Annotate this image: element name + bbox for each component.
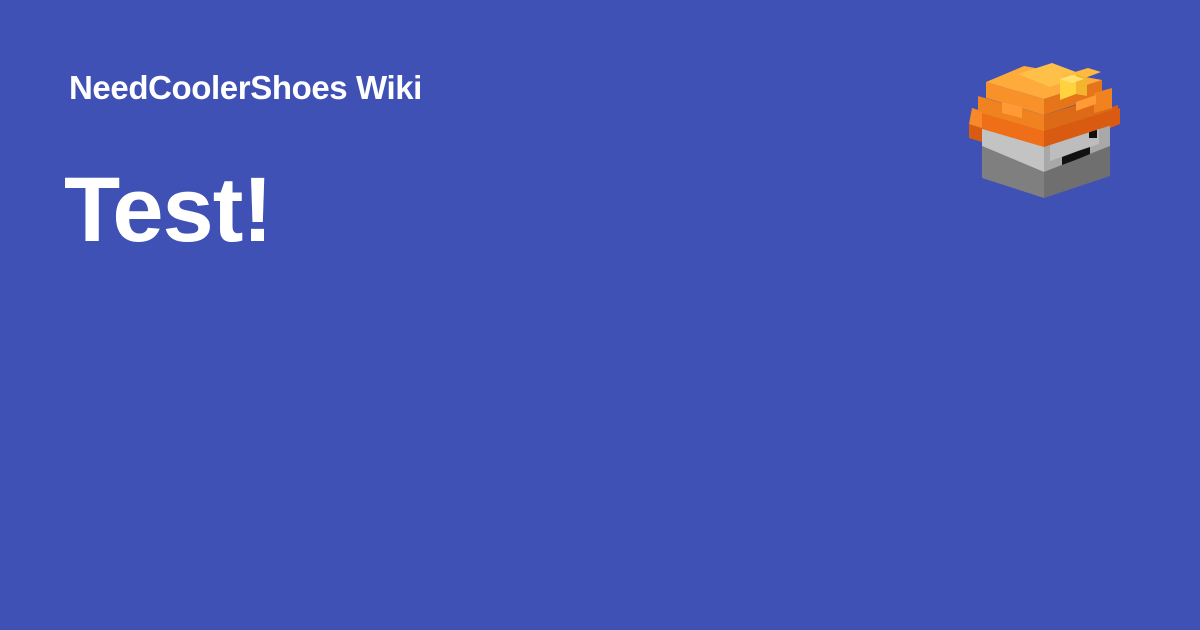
site-name: NeedCoolerShoes Wiki xyxy=(69,69,422,106)
page-title: Test! xyxy=(64,159,273,261)
voxel-miner-head-icon xyxy=(964,60,1124,205)
social-preview-card: NeedCoolerShoes Wiki Test! xyxy=(0,0,1200,630)
